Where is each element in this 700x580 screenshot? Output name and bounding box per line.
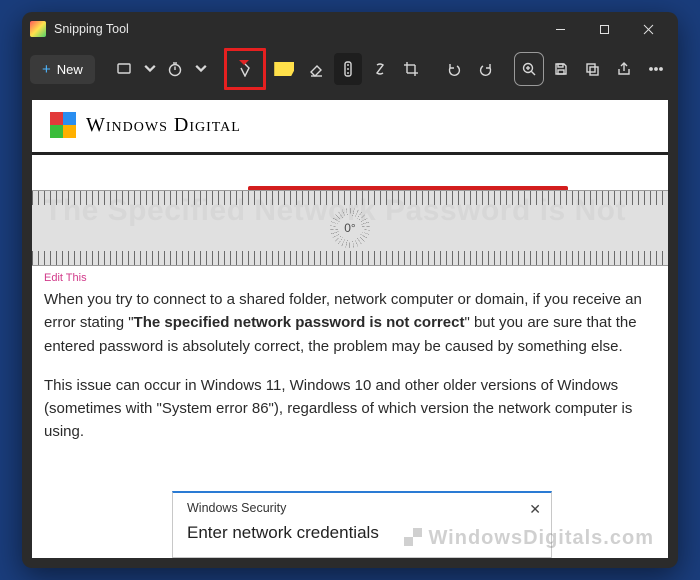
page-header: Windows Digital	[32, 100, 668, 148]
ruler-overlay[interactable]: 0°	[32, 190, 668, 266]
article-body: When you try to connect to a shared fold…	[44, 288, 668, 460]
new-label: New	[57, 62, 83, 77]
site-logo-icon	[50, 112, 76, 138]
undo-button[interactable]	[440, 53, 468, 85]
zoom-button[interactable]	[515, 53, 543, 85]
watermark-icon	[404, 528, 422, 546]
header-divider	[32, 152, 668, 155]
canvas-area[interactable]: Windows Digital The Specified Network Pa…	[32, 100, 668, 558]
site-title: Windows Digital	[86, 114, 241, 137]
share-button[interactable]	[610, 53, 638, 85]
snipping-tool-window: Snipping Tool + New	[22, 12, 678, 568]
crop-button[interactable]	[398, 53, 426, 85]
eraser-button[interactable]	[302, 53, 330, 85]
minimize-button[interactable]	[538, 14, 582, 44]
new-snip-button[interactable]: + New	[30, 55, 95, 84]
edit-this-link[interactable]: Edit This	[44, 272, 87, 284]
touch-writing-button[interactable]	[366, 53, 394, 85]
highlighter-button[interactable]	[270, 53, 298, 85]
toolbar: + New	[22, 46, 678, 92]
dialog-close-button[interactable]: ✕	[529, 501, 541, 518]
snip-mode-chevron[interactable]	[142, 53, 158, 85]
delay-button[interactable]	[162, 53, 190, 85]
more-button[interactable]	[642, 53, 670, 85]
pen-tool-highlight	[224, 48, 266, 90]
delay-chevron[interactable]	[193, 53, 209, 85]
titlebar: Snipping Tool	[22, 12, 678, 46]
ruler-button[interactable]	[334, 53, 362, 85]
snip-mode-button[interactable]	[110, 53, 138, 85]
ruler-angle-label: 0°	[344, 221, 355, 235]
save-button[interactable]	[547, 53, 575, 85]
ballpoint-pen-button[interactable]	[229, 53, 261, 85]
redo-button[interactable]	[472, 53, 500, 85]
window-title: Snipping Tool	[54, 22, 129, 36]
maximize-button[interactable]	[582, 14, 626, 44]
app-icon	[30, 21, 46, 37]
highlighter-icon	[274, 62, 294, 76]
copy-button[interactable]	[579, 53, 607, 85]
close-button[interactable]	[626, 14, 670, 44]
watermark: WindowsDigitals.com	[404, 527, 654, 550]
plus-icon: +	[42, 61, 51, 78]
dialog-title: Windows Security	[187, 501, 537, 515]
